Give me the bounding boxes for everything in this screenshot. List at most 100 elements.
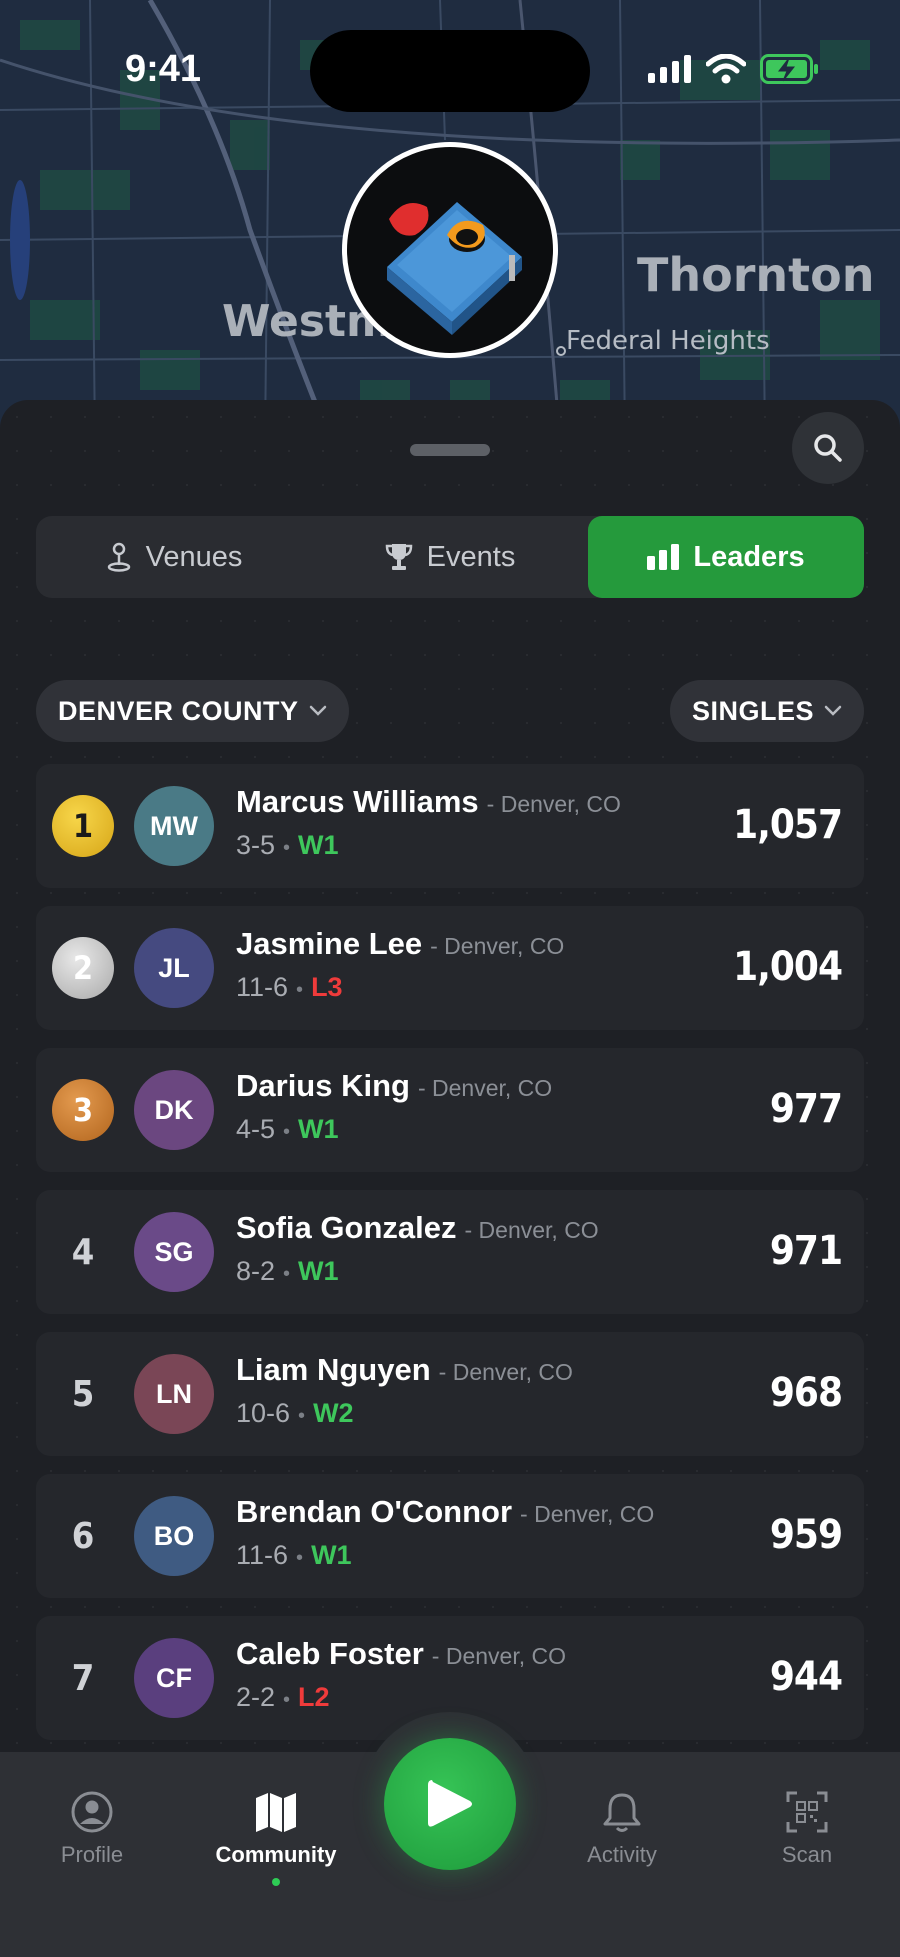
sheet-grabber[interactable]	[410, 444, 490, 456]
player-score: 1,057	[733, 802, 843, 848]
tab-leaders[interactable]: Leaders	[588, 516, 864, 598]
player-record: 2-2	[236, 1682, 276, 1712]
leaderboard-list: 1 MW Marcus Williams - Denver, CO 3-5 • W1 …	[36, 764, 864, 1758]
player-streak: W2	[313, 1398, 354, 1428]
nav-community-label: Community	[215, 1842, 337, 1867]
play-icon	[428, 1780, 472, 1827]
avatar: SG	[134, 1212, 214, 1292]
cornhole-board-icon	[387, 202, 522, 335]
map-label-federal-heights: Federal Heights	[566, 326, 770, 356]
map-label-thornton: Thornton	[637, 248, 875, 302]
cellular-signal-icon	[648, 55, 691, 83]
trophy-icon	[385, 544, 412, 570]
player-record: 11-6	[236, 1540, 289, 1570]
rank-number: 4	[71, 1231, 95, 1273]
avatar: LN	[134, 1354, 214, 1434]
nav-profile[interactable]: Profile	[12, 1790, 172, 1868]
nav-profile-label: Profile	[60, 1842, 124, 1867]
battery-charging-icon	[760, 54, 818, 84]
map-marker	[556, 346, 566, 356]
search-button[interactable]	[792, 412, 864, 484]
tab-label: Venues	[145, 540, 243, 573]
avatar: MW	[134, 786, 214, 866]
bar-chart-icon	[647, 544, 680, 570]
player-name: Brendan O'Connor	[236, 1494, 513, 1529]
player-record: 11-6	[236, 972, 289, 1002]
map-icon	[256, 1793, 296, 1832]
avatar: CF	[134, 1638, 214, 1718]
player-location: Denver, CO	[500, 791, 621, 817]
player-score: 944	[769, 1654, 843, 1700]
tab-venues[interactable]: Venues	[36, 516, 312, 598]
player-score: 1,004	[733, 944, 843, 990]
avatar: JL	[134, 928, 214, 1008]
rank-number: 7	[71, 1657, 95, 1699]
player-streak: W1	[298, 1256, 339, 1286]
leader-row[interactable]: 6 BO Brendan O'Connor - Denver, CO 11-6 • W…	[36, 1474, 864, 1598]
rank-gold-medal: 1	[52, 795, 114, 857]
player-record: 3-5	[236, 830, 276, 860]
player-streak: L3	[311, 972, 343, 1002]
play-button[interactable]	[384, 1738, 516, 1870]
player-streak: W1	[298, 1114, 339, 1144]
active-indicator-dot	[272, 1878, 280, 1886]
dynamic-island	[310, 30, 590, 112]
status-time: 9:41	[125, 48, 202, 90]
tab-label: Leaders	[693, 540, 805, 573]
nav-scan-label: Scan	[781, 1842, 833, 1867]
player-location: Denver, CO	[445, 1643, 566, 1669]
wifi-icon	[706, 54, 746, 84]
player-record: 10-6	[236, 1398, 291, 1428]
player-streak: L2	[298, 1682, 330, 1712]
player-location: Denver, CO	[534, 1501, 655, 1527]
qr-scan-icon	[786, 1791, 828, 1833]
leader-row[interactable]: 5 LN Liam Nguyen - Denver, CO 10-6 • W2 968	[36, 1332, 864, 1456]
player-location: Denver, CO	[432, 1075, 553, 1101]
leader-row[interactable]: 3 DK Darius King - Denver, CO 4-5 • W1 977	[36, 1048, 864, 1172]
mode-filter-dropdown[interactable]: SINGLES	[669, 680, 864, 742]
chevron-down-icon	[824, 705, 842, 716]
avatar: BO	[134, 1496, 214, 1576]
rank-number: 5	[71, 1373, 95, 1415]
region-filter-label: DENVER COUNTY	[58, 695, 299, 726]
player-streak: W1	[298, 830, 339, 860]
player-location: Denver, CO	[444, 933, 565, 959]
player-score: 968	[769, 1370, 843, 1416]
leader-row[interactable]: 2 JL Jasmine Lee - Denver, CO 11-6 • L3 1,0…	[36, 906, 864, 1030]
profile-icon	[71, 1791, 113, 1833]
player-record: 4-5	[236, 1114, 276, 1144]
chevron-down-icon	[309, 705, 326, 716]
player-name: Jasmine Lee	[236, 926, 423, 961]
player-location: Denver, CO	[452, 1359, 573, 1385]
player-location: Denver, CO	[478, 1217, 599, 1243]
player-name: Liam Nguyen	[236, 1352, 431, 1387]
tab-events[interactable]: Events	[312, 516, 588, 598]
nav-scan[interactable]: Scan	[727, 1790, 887, 1868]
segment-tabs: Venues Events Leaders	[36, 516, 864, 598]
rank-silver-medal: 2	[52, 937, 114, 999]
tab-label: Events	[426, 540, 516, 573]
bell-icon	[603, 1793, 641, 1832]
rank-number: 6	[71, 1515, 95, 1557]
mode-filter-label: SINGLES	[691, 695, 814, 726]
rank-bronze-medal: 3	[52, 1079, 114, 1141]
nav-activity-label: Activity	[587, 1842, 657, 1867]
nav-activity[interactable]: Activity	[542, 1790, 702, 1868]
player-name: Marcus Williams	[236, 784, 479, 819]
player-score: 959	[769, 1512, 843, 1558]
pin-icon	[107, 542, 130, 572]
player-score: 977	[769, 1086, 843, 1132]
avatar: DK	[134, 1070, 214, 1150]
status-icons	[648, 54, 820, 84]
player-name: Caleb Foster	[236, 1636, 424, 1671]
player-streak: W1	[311, 1540, 352, 1570]
app-logo	[342, 142, 558, 358]
region-filter-dropdown[interactable]: DENVER COUNTY	[36, 680, 349, 742]
leader-row[interactable]: 1 MW Marcus Williams - Denver, CO 3-5 • W1 …	[36, 764, 864, 888]
search-icon	[814, 434, 842, 462]
player-name: Sofia Gonzalez	[236, 1210, 457, 1245]
nav-community[interactable]: Community	[196, 1790, 356, 1886]
leader-row[interactable]: 4 SG Sofia Gonzalez - Denver, CO 8-2 • W1 9…	[36, 1190, 864, 1314]
player-score: 971	[769, 1228, 843, 1274]
player-record: 8-2	[236, 1256, 276, 1286]
